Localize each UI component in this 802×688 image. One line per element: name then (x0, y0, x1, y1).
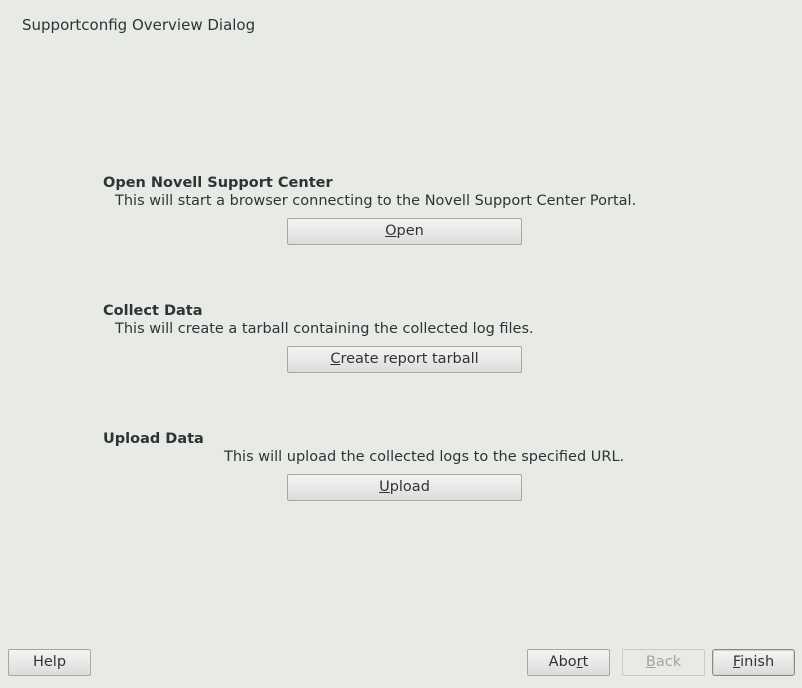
mnemonic-char: U (379, 479, 390, 495)
section-heading: Open Novell Support Center (103, 175, 333, 191)
upload-button[interactable]: Upload (287, 474, 522, 501)
button-label: ack (655, 654, 682, 670)
create-report-tarball-button[interactable]: Create report tarball (287, 346, 522, 373)
button-label: pload (389, 479, 430, 495)
button-label: inish (740, 654, 775, 670)
section-description: This will upload the collected logs to t… (224, 449, 625, 465)
supportconfig-dialog: Supportconfig Overview Dialog Open Novel… (0, 0, 802, 688)
section-description: This will create a tarball containing th… (115, 321, 534, 337)
button-label: t (582, 654, 589, 670)
section-upload-data: Upload Data (103, 430, 204, 448)
button-label: reate report tarball (340, 351, 479, 367)
abort-button[interactable]: Abort (527, 649, 610, 676)
open-button[interactable]: Open (287, 218, 522, 245)
section-open-support-center: Open Novell Support Center This will sta… (103, 174, 636, 210)
mnemonic-char: C (330, 351, 341, 367)
dialog-title: Supportconfig Overview Dialog (22, 16, 256, 34)
button-label: Abo (548, 654, 577, 670)
section-collect-data: Collect Data This will create a tarball … (103, 302, 534, 338)
mnemonic-char: B (645, 654, 656, 670)
section-description: This will start a browser connecting to … (115, 193, 637, 209)
section-heading: Collect Data (103, 303, 203, 319)
help-button[interactable]: Help (8, 649, 91, 676)
finish-button[interactable]: Finish (713, 650, 794, 675)
section-heading: Upload Data (103, 431, 204, 447)
button-label: pen (396, 223, 424, 239)
back-button[interactable]: Back (622, 649, 705, 676)
mnemonic-char: O (385, 223, 397, 239)
